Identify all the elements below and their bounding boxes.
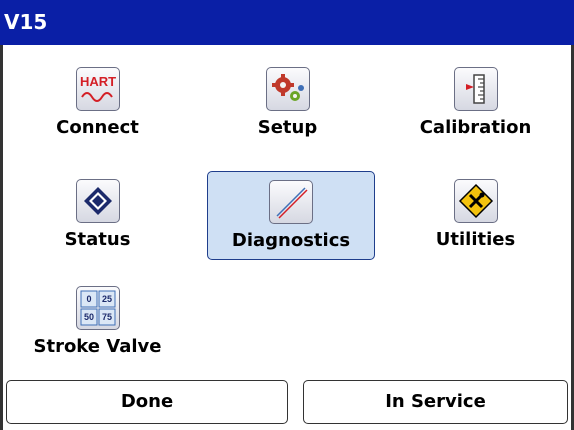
svg-text:75: 75	[101, 312, 111, 322]
window-title: V15	[4, 10, 48, 34]
tools-warning-icon	[453, 179, 498, 223]
menu-item-label: Diagnostics	[231, 230, 351, 251]
signature-line-icon	[269, 180, 313, 224]
svg-text:25: 25	[101, 294, 111, 304]
hart-icon: HART	[75, 67, 120, 111]
menu-item-label: Status	[64, 229, 131, 250]
menu-item-diagnostics[interactable]: Diagnostics	[207, 171, 375, 260]
svg-text:HART: HART	[79, 74, 115, 89]
svg-text:0: 0	[86, 294, 91, 304]
title-bar: V15	[0, 0, 574, 45]
menu-item-status[interactable]: Status	[20, 165, 175, 257]
menu-item-utilities[interactable]: Utilities	[398, 165, 553, 257]
in-service-button[interactable]: In Service	[303, 380, 568, 424]
menu-item-label: Setup	[257, 117, 318, 138]
stroke-grid-icon: 0 25 50 75	[75, 286, 120, 330]
menu-item-setup[interactable]: Setup	[210, 53, 365, 145]
diamond-icon	[75, 179, 120, 223]
svg-text:50: 50	[83, 312, 93, 322]
menu-item-label: Utilities	[435, 229, 516, 250]
gears-icon	[265, 67, 310, 111]
menu-item-connect[interactable]: HART Connect	[20, 53, 175, 145]
menu-item-label: Calibration	[419, 117, 532, 138]
menu-item-stroke-valve[interactable]: 0 25 50 75 Stroke Valve	[20, 272, 175, 364]
done-button[interactable]: Done	[6, 380, 288, 424]
ruler-arrow-icon	[453, 67, 498, 111]
menu-item-calibration[interactable]: Calibration	[398, 53, 553, 145]
menu-item-label: Stroke Valve	[33, 336, 162, 357]
menu-item-label: Connect	[56, 117, 139, 138]
